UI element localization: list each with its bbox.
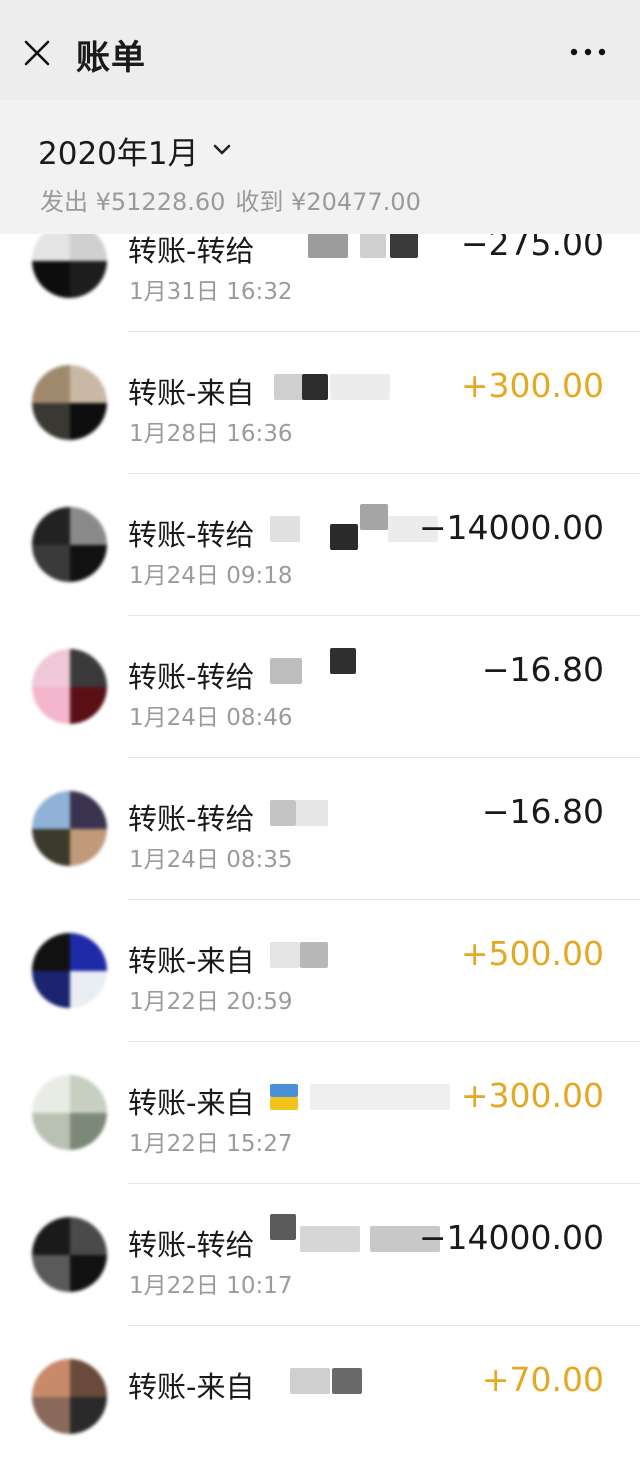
transaction-row[interactable]: 转账-转给 1月24日 08:35 −16.80 [0,758,640,900]
transaction-time: 1月24日 08:35 [129,847,293,873]
transaction-list: 转账-转给 1月31日 16:32 −275.00 转账-来自 1月28日 16… [0,190,640,1468]
totals-line: 发出 ¥51228.60 收到 ¥20477.00 [40,182,431,217]
avatar [32,1075,107,1150]
transaction-row[interactable]: 转账-转给 1月24日 09:18 −14000.00 [0,474,640,616]
avatar [32,223,107,298]
transaction-time: 1月31日 16:32 [129,279,293,305]
transaction-time: 1月28日 16:36 [129,421,293,447]
transaction-row[interactable]: 转账-转给 1月24日 08:46 −16.80 [0,616,640,758]
avatar [32,933,107,1008]
transaction-title: 转账-转给 [128,802,255,836]
transaction-time: 1月22日 15:27 [129,1131,293,1157]
redacted-name [260,1214,440,1260]
redacted-name [260,504,440,550]
redacted-name [260,936,440,976]
transaction-amount: −14000.00 [418,508,604,547]
bill-summary: 2020年1月 发出 ¥51228.60 收到 ¥20477.00 [0,100,640,234]
transaction-amount: +500.00 [460,934,604,973]
transaction-time: 1月22日 20:59 [129,989,293,1015]
avatar [32,507,107,582]
avatar [32,649,107,724]
redacted-name [260,794,440,834]
transaction-time: 1月22日 10:17 [129,1273,293,1299]
close-icon[interactable] [18,34,56,72]
transaction-row[interactable]: 转账-转给 1月22日 10:17 −14000.00 [0,1184,640,1326]
redacted-name [260,1362,440,1402]
avatar [32,791,107,866]
transaction-title: 转账-转给 [128,1228,255,1262]
transaction-title: 转账-转给 [128,234,255,268]
transaction-row[interactable]: 转账-来自 1月28日 16:36 +300.00 [0,332,640,474]
transaction-title: 转账-转给 [128,518,255,552]
month-selector[interactable]: 2020年1月 [38,128,233,172]
transaction-amount: −16.80 [481,792,604,831]
top-bar: 账单 [0,0,640,100]
transaction-title: 转账-来自 [128,1086,255,1120]
redacted-name [260,648,440,692]
transaction-title: 转账-转给 [128,660,255,694]
transaction-amount: +70.00 [481,1360,604,1399]
avatar [32,1217,107,1292]
redacted-name [260,368,440,408]
transaction-title: 转账-来自 [128,944,255,978]
month-label: 2020年1月 [38,135,199,172]
transaction-time: 1月24日 09:18 [129,563,293,589]
more-options-icon[interactable] [566,42,610,62]
transaction-amount: +300.00 [460,366,604,405]
transaction-title: 转账-来自 [128,376,255,410]
avatar [32,1359,107,1434]
transaction-row[interactable]: 转账-来自 1月22日 15:27 +300.00 [0,1042,640,1184]
transaction-amount: −16.80 [481,650,604,689]
redacted-name [260,1078,450,1118]
transaction-amount: +300.00 [460,1076,604,1115]
transaction-title: 转账-来自 [128,1370,255,1404]
total-spent: 发出 ¥51228.60 [40,188,226,216]
page-title: 账单 [76,38,146,78]
avatar [32,365,107,440]
transaction-time: 1月24日 08:46 [129,705,293,731]
total-received: 收到 ¥20477.00 [235,188,421,216]
transaction-row[interactable]: 转账-来自 +70.00 [0,1326,640,1468]
transaction-amount: −14000.00 [418,1218,604,1257]
transaction-row[interactable]: 转账-来自 1月22日 20:59 +500.00 [0,900,640,1042]
chevron-down-icon [213,144,230,155]
